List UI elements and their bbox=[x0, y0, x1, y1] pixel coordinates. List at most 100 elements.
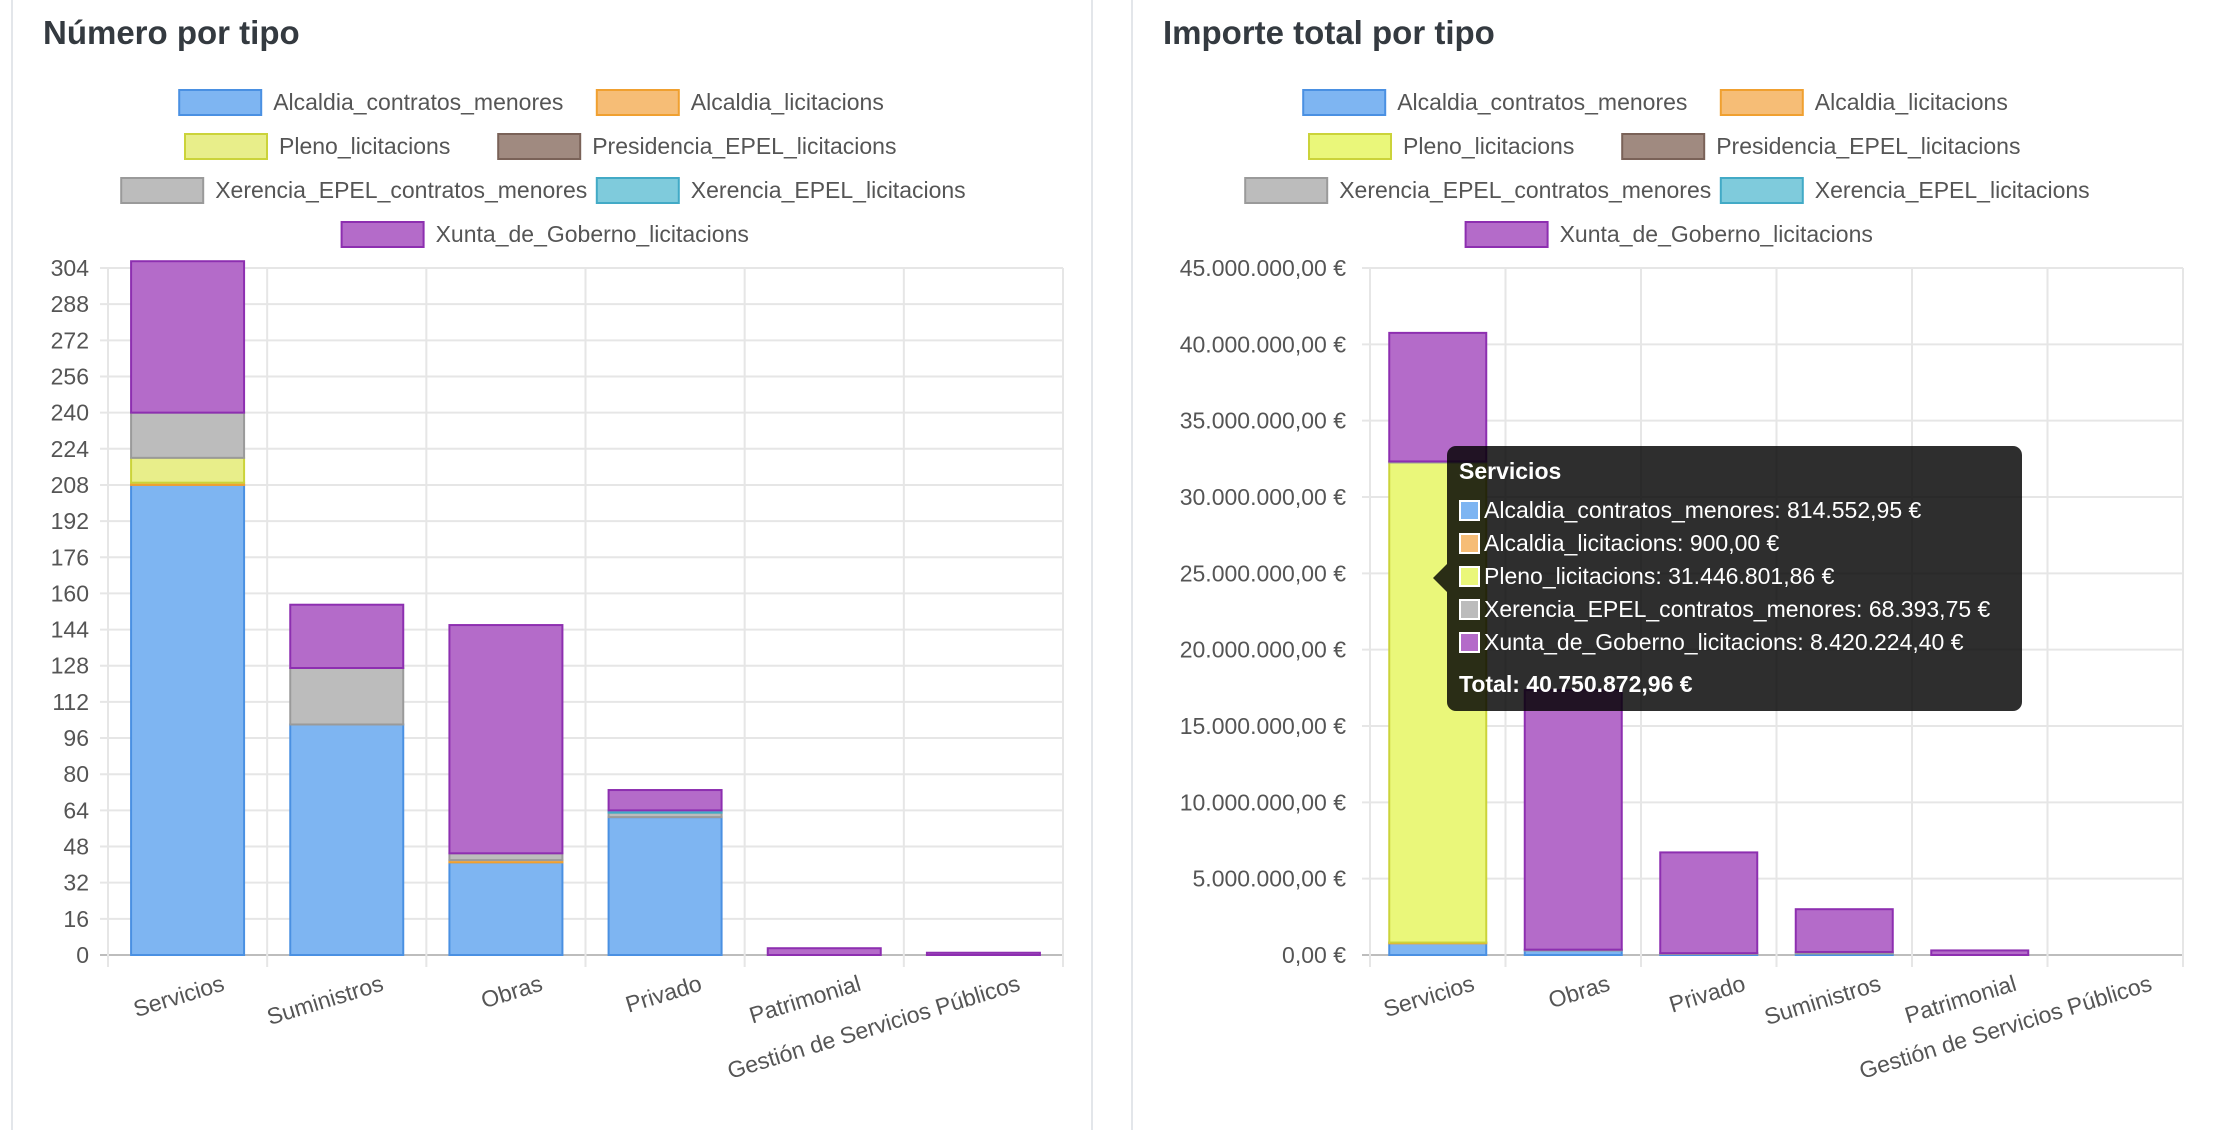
x-tick-label: Privado bbox=[1666, 970, 1748, 1018]
tooltip-swatch bbox=[1459, 533, 1480, 554]
tooltip-item-label: Alcaldia_licitacions: 900,00 € bbox=[1484, 530, 1780, 556]
x-tick-label: Privado bbox=[622, 970, 704, 1018]
legend-label: Presidencia_EPEL_licitacions bbox=[592, 133, 896, 159]
x-tick-label: Suministros bbox=[1761, 970, 1884, 1030]
x-tick-label: Obras bbox=[1545, 970, 1613, 1013]
y-tick-label: 64 bbox=[63, 797, 89, 823]
legend-label: Xerencia_EPEL_licitacions bbox=[691, 177, 966, 203]
x-tick-label: Servicios bbox=[1380, 970, 1477, 1022]
tooltip-title: Servicios bbox=[1459, 458, 1562, 484]
legend-swatch bbox=[497, 133, 582, 160]
tooltip-item-label: Pleno_licitacions: 31.446.801,86 € bbox=[1484, 563, 1835, 589]
legend-label: Alcaldia_contratos_menores bbox=[273, 89, 563, 115]
legend-label: Alcaldia_licitacions bbox=[691, 89, 884, 115]
legend-label: Xerencia_EPEL_contratos_menores bbox=[215, 177, 587, 203]
legend-swatch bbox=[184, 133, 268, 160]
tooltip-item-label: Alcaldia_contratos_menores: 814.552,95 € bbox=[1484, 497, 1922, 523]
chart-count: 0 16 32 48 64 80 96 112 128 144 160 176 192 208 224 240… bbox=[51, 89, 1064, 1084]
tooltip-swatch bbox=[1459, 566, 1480, 587]
y-tick-label: 32 bbox=[63, 870, 89, 896]
y-tick-label: 240 bbox=[51, 400, 89, 426]
legend-label: Alcaldia_licitacions bbox=[1815, 89, 2008, 115]
tooltip-item: Xunta_de_Goberno_licitacions: 8.420.224,… bbox=[1459, 626, 2010, 659]
legend-swatch bbox=[340, 221, 425, 248]
legend-label: Xunta_de_Goberno_licitacions bbox=[436, 221, 749, 247]
legend-swatch bbox=[120, 177, 205, 204]
legend-label: Pleno_licitacions bbox=[279, 133, 450, 159]
bar-segment bbox=[448, 861, 564, 956]
y-tick-label: 96 bbox=[63, 725, 89, 751]
y-tick-label: 5.000.000,00 € bbox=[1193, 866, 1347, 892]
bar-segment bbox=[1388, 331, 1488, 463]
legend-swatch bbox=[595, 177, 680, 204]
y-tick-label: 45.000.000,00 € bbox=[1180, 255, 1346, 281]
x-tick-label: Patrimonial bbox=[746, 970, 864, 1029]
legend-swatch bbox=[1719, 89, 1804, 116]
y-tick-label: 256 bbox=[51, 363, 89, 389]
y-tick-label: 16 bbox=[63, 906, 89, 932]
y-tick-label: 35.000.000,00 € bbox=[1180, 408, 1346, 434]
bar-segment bbox=[1388, 941, 1488, 957]
tooltip-item: Pleno_licitacions: 31.446.801,86 € bbox=[1459, 560, 2010, 593]
bar-segment bbox=[607, 789, 723, 812]
legend-label: Pleno_licitacions bbox=[1403, 133, 1574, 159]
y-tick-label: 15.000.000,00 € bbox=[1180, 713, 1346, 739]
legend-label: Xerencia_EPEL_contratos_menores bbox=[1339, 177, 1711, 203]
bar-segment bbox=[289, 666, 405, 726]
legend-label: Alcaldia_contratos_menores bbox=[1397, 89, 1687, 115]
legend-label: Xunta_de_Goberno_licitacions bbox=[1560, 221, 1873, 247]
tooltip-item: Alcaldia_contratos_menores: 814.552,95 € bbox=[1459, 494, 2010, 527]
bar-segment bbox=[289, 603, 405, 669]
bar-segment bbox=[607, 816, 723, 956]
bar-segment bbox=[130, 411, 246, 459]
legend-swatch bbox=[595, 89, 680, 116]
x-tick-label: Obras bbox=[478, 970, 546, 1013]
y-tick-label: 0,00 € bbox=[1282, 942, 1346, 968]
y-tick-label: 20.000.000,00 € bbox=[1180, 637, 1346, 663]
y-tick-label: 0 bbox=[76, 942, 89, 968]
legend-swatch bbox=[1244, 177, 1329, 204]
tooltip-item: Xerencia_EPEL_contratos_menores: 68.393,… bbox=[1459, 593, 2010, 626]
tooltip-swatch bbox=[1459, 500, 1480, 521]
bar-segment bbox=[925, 951, 1041, 956]
bar-segment bbox=[766, 947, 882, 957]
y-tick-label: 144 bbox=[51, 617, 90, 643]
bar-segment bbox=[448, 624, 564, 855]
bar-segment bbox=[1930, 949, 2030, 956]
bar-segment bbox=[130, 483, 246, 956]
y-tick-label: 25.000.000,00 € bbox=[1180, 560, 1346, 586]
y-tick-label: 40.000.000,00 € bbox=[1180, 331, 1346, 357]
legend-swatch bbox=[1621, 133, 1706, 160]
bar-segment bbox=[1794, 908, 1894, 953]
y-tick-label: 176 bbox=[51, 544, 89, 570]
tooltip-item: Alcaldia_licitacions: 900,00 € bbox=[1459, 527, 2010, 560]
tooltip-swatch bbox=[1459, 632, 1480, 653]
bar-segment bbox=[448, 852, 564, 862]
y-tick-label: 160 bbox=[51, 580, 89, 606]
y-tick-label: 224 bbox=[51, 436, 90, 462]
tooltip-item-label: Xerencia_EPEL_contratos_menores: 68.393,… bbox=[1484, 596, 1991, 622]
tooltip-swatch bbox=[1459, 599, 1480, 620]
y-tick-label: 304 bbox=[51, 255, 90, 281]
y-tick-label: 208 bbox=[51, 472, 89, 498]
bar-segment bbox=[1523, 689, 1623, 951]
y-tick-label: 10.000.000,00 € bbox=[1180, 789, 1346, 815]
y-tick-label: 30.000.000,00 € bbox=[1180, 484, 1346, 510]
legend-swatch bbox=[1302, 89, 1387, 116]
legend-label: Xerencia_EPEL_licitacions bbox=[1815, 177, 2090, 203]
y-tick-label: 48 bbox=[63, 834, 89, 860]
legend-swatch bbox=[1464, 221, 1549, 248]
y-tick-label: 80 bbox=[63, 761, 89, 787]
bar-segment bbox=[1659, 851, 1759, 955]
x-tick-label: Suministros bbox=[264, 970, 387, 1030]
legend-swatch bbox=[1719, 177, 1804, 204]
y-tick-label: 272 bbox=[51, 327, 89, 353]
x-tick-label: Servicios bbox=[130, 970, 227, 1022]
tooltip-total: Total: 40.750.872,96 € bbox=[1459, 671, 1693, 697]
legend-label: Presidencia_EPEL_licitacions bbox=[1716, 133, 2020, 159]
bar-segment bbox=[130, 260, 246, 414]
legend-swatch bbox=[178, 89, 263, 116]
bar-segment bbox=[289, 723, 405, 956]
y-tick-label: 288 bbox=[51, 291, 89, 317]
y-tick-label: 192 bbox=[51, 508, 89, 534]
